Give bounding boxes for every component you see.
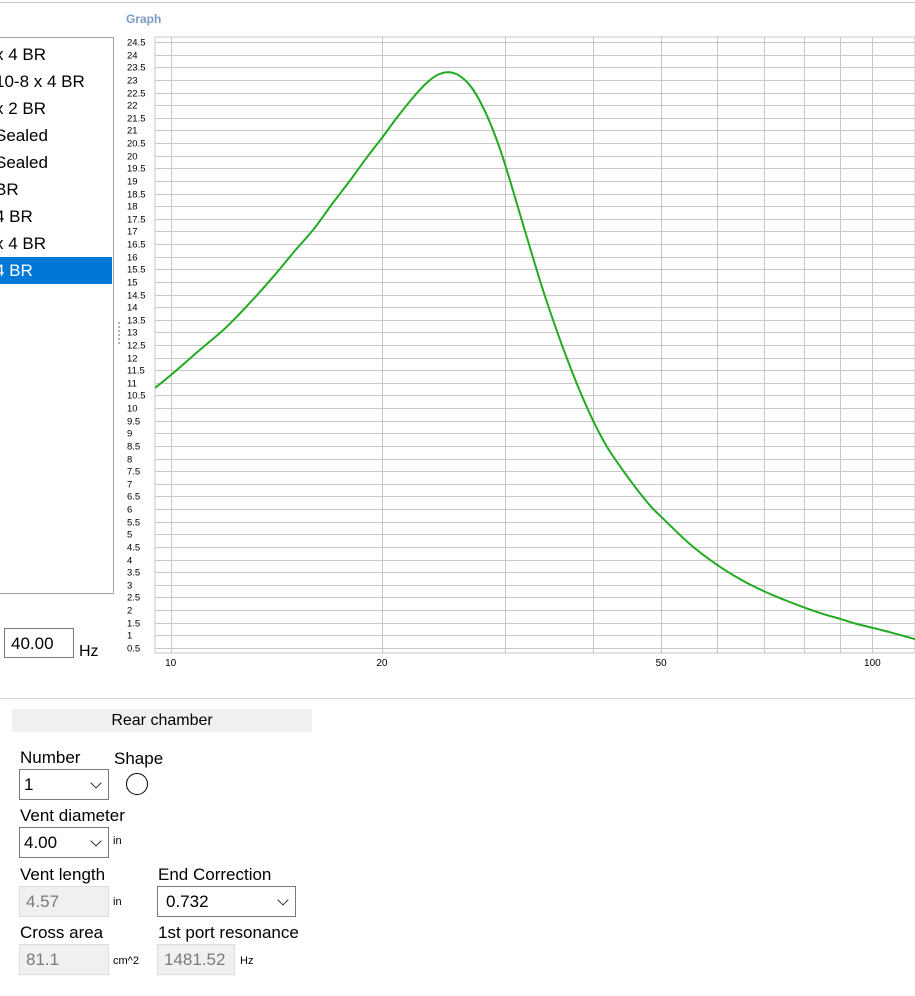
- end-correction-label: End Correction: [158, 865, 272, 884]
- y-tick-label: 21: [127, 126, 138, 137]
- y-tick-label: 10: [127, 404, 138, 415]
- y-tick-label: 16: [127, 253, 138, 264]
- y-tick-label: 8: [127, 455, 132, 466]
- y-tick-label: 3: [127, 581, 132, 592]
- list-item[interactable]: 10-8 x 4 BR: [0, 68, 112, 95]
- frequency-unit: Hz: [79, 643, 99, 660]
- vent-diameter-select[interactable]: 4.00: [19, 827, 109, 858]
- y-tick-label: 14.5: [127, 291, 146, 302]
- chevron-down-icon: [90, 835, 102, 847]
- shape-label: Shape: [114, 749, 164, 768]
- vent-length-unit: in: [113, 896, 122, 908]
- number-select[interactable]: 1: [19, 769, 109, 800]
- y-tick-label: 4.5: [127, 543, 140, 554]
- y-tick-label: 6: [127, 505, 132, 516]
- end-correction-value: 0.732: [166, 892, 209, 911]
- chevron-down-icon: [277, 894, 289, 906]
- y-tick-label: 3.5: [127, 568, 140, 579]
- y-tick-label: 24: [127, 51, 138, 62]
- vent-length-label: Vent length: [20, 865, 106, 884]
- list-item[interactable]: Sealed: [0, 122, 112, 149]
- number-label: Number: [20, 748, 81, 767]
- list-item[interactable]: x 4 BR: [0, 230, 112, 257]
- y-tick-label: 13: [127, 328, 138, 339]
- y-tick-label: 11.5: [127, 366, 145, 377]
- cross-area-field: 81.1: [19, 944, 109, 975]
- vent-diameter-value: 4.00: [24, 833, 58, 852]
- list-item[interactable]: x 4 BR: [0, 41, 112, 68]
- y-tick-label: 13.5: [127, 316, 146, 327]
- rear-chamber-header: Rear chamber: [12, 709, 312, 732]
- list-item[interactable]: x 2 BR: [0, 95, 112, 122]
- y-tick-label: 6.5: [127, 492, 140, 503]
- y-tick-label: 15.5: [127, 265, 146, 276]
- y-tick-label: 2: [127, 606, 132, 617]
- y-tick-label: 9.5: [127, 417, 140, 428]
- port-resonance-field: 1481.52: [157, 944, 235, 975]
- y-tick-label: 5: [127, 530, 132, 541]
- y-tick-label: 19: [127, 177, 138, 188]
- y-tick-label: 22: [127, 101, 138, 112]
- y-tick-label: 0.5: [127, 644, 140, 655]
- x-tick-label: 100: [864, 658, 881, 669]
- list-item[interactable]: 4 BR: [0, 203, 112, 230]
- y-tick-label: 24.5: [127, 38, 146, 49]
- y-tick-label: 19.5: [127, 164, 146, 175]
- vent-diameter-unit: in: [113, 835, 122, 847]
- y-tick-label: 4: [127, 556, 132, 567]
- panel-divider: [0, 698, 915, 699]
- y-tick-label: 7.5: [127, 467, 140, 478]
- y-tick-label: 23.5: [127, 63, 146, 74]
- vent-diameter-label: Vent diameter: [20, 806, 125, 825]
- y-tick-label: 12.5: [127, 341, 146, 352]
- design-listbox[interactable]: x 4 BR10-8 x 4 BRx 2 BRSealedSealedBR4 B…: [0, 37, 114, 594]
- cross-area-label: Cross area: [20, 923, 104, 942]
- x-tick-label: 20: [376, 658, 388, 669]
- response-graph: 0.511.522.533.544.555.566.577.588.599.51…: [127, 36, 915, 669]
- y-tick-label: 20.5: [127, 139, 146, 150]
- list-item[interactable]: 4 BR: [0, 257, 112, 284]
- circle-shape-icon[interactable]: [126, 773, 148, 795]
- x-tick-label: 10: [165, 658, 177, 669]
- splitter-grip[interactable]: [116, 320, 122, 350]
- list-item[interactable]: BR: [0, 176, 112, 203]
- y-tick-label: 14: [127, 303, 138, 314]
- y-tick-label: 11: [127, 379, 137, 390]
- y-tick-label: 8.5: [127, 442, 140, 453]
- y-tick-label: 20: [127, 152, 138, 163]
- end-correction-select[interactable]: 0.732: [157, 886, 296, 917]
- y-tick-label: 21.5: [127, 114, 146, 125]
- y-tick-label: 17: [127, 227, 138, 238]
- y-tick-label: 18: [127, 202, 138, 213]
- y-tick-label: 12: [127, 354, 138, 365]
- frequency-input[interactable]: 40.00: [4, 628, 74, 658]
- y-tick-label: 1.5: [127, 619, 140, 630]
- y-tick-label: 5.5: [127, 518, 140, 529]
- y-tick-label: 23: [127, 76, 138, 87]
- y-tick-label: 15: [127, 278, 138, 289]
- port-resonance-label: 1st port resonance: [158, 923, 299, 942]
- y-tick-label: 22.5: [127, 89, 146, 100]
- y-tick-label: 17.5: [127, 215, 146, 226]
- chevron-down-icon: [90, 777, 102, 789]
- y-tick-label: 1: [127, 631, 132, 642]
- list-item[interactable]: Sealed: [0, 149, 112, 176]
- y-tick-label: 16.5: [127, 240, 146, 251]
- y-tick-label: 10.5: [127, 391, 146, 402]
- number-value: 1: [24, 775, 34, 794]
- x-tick-label: 50: [656, 658, 668, 669]
- y-tick-label: 9: [127, 429, 132, 440]
- y-tick-label: 7: [127, 480, 132, 491]
- port-resonance-unit: Hz: [240, 955, 254, 967]
- y-tick-label: 2.5: [127, 593, 140, 604]
- vent-length-field: 4.57: [19, 886, 109, 917]
- y-tick-label: 18.5: [127, 190, 146, 201]
- cross-area-unit: cm^2: [113, 955, 139, 967]
